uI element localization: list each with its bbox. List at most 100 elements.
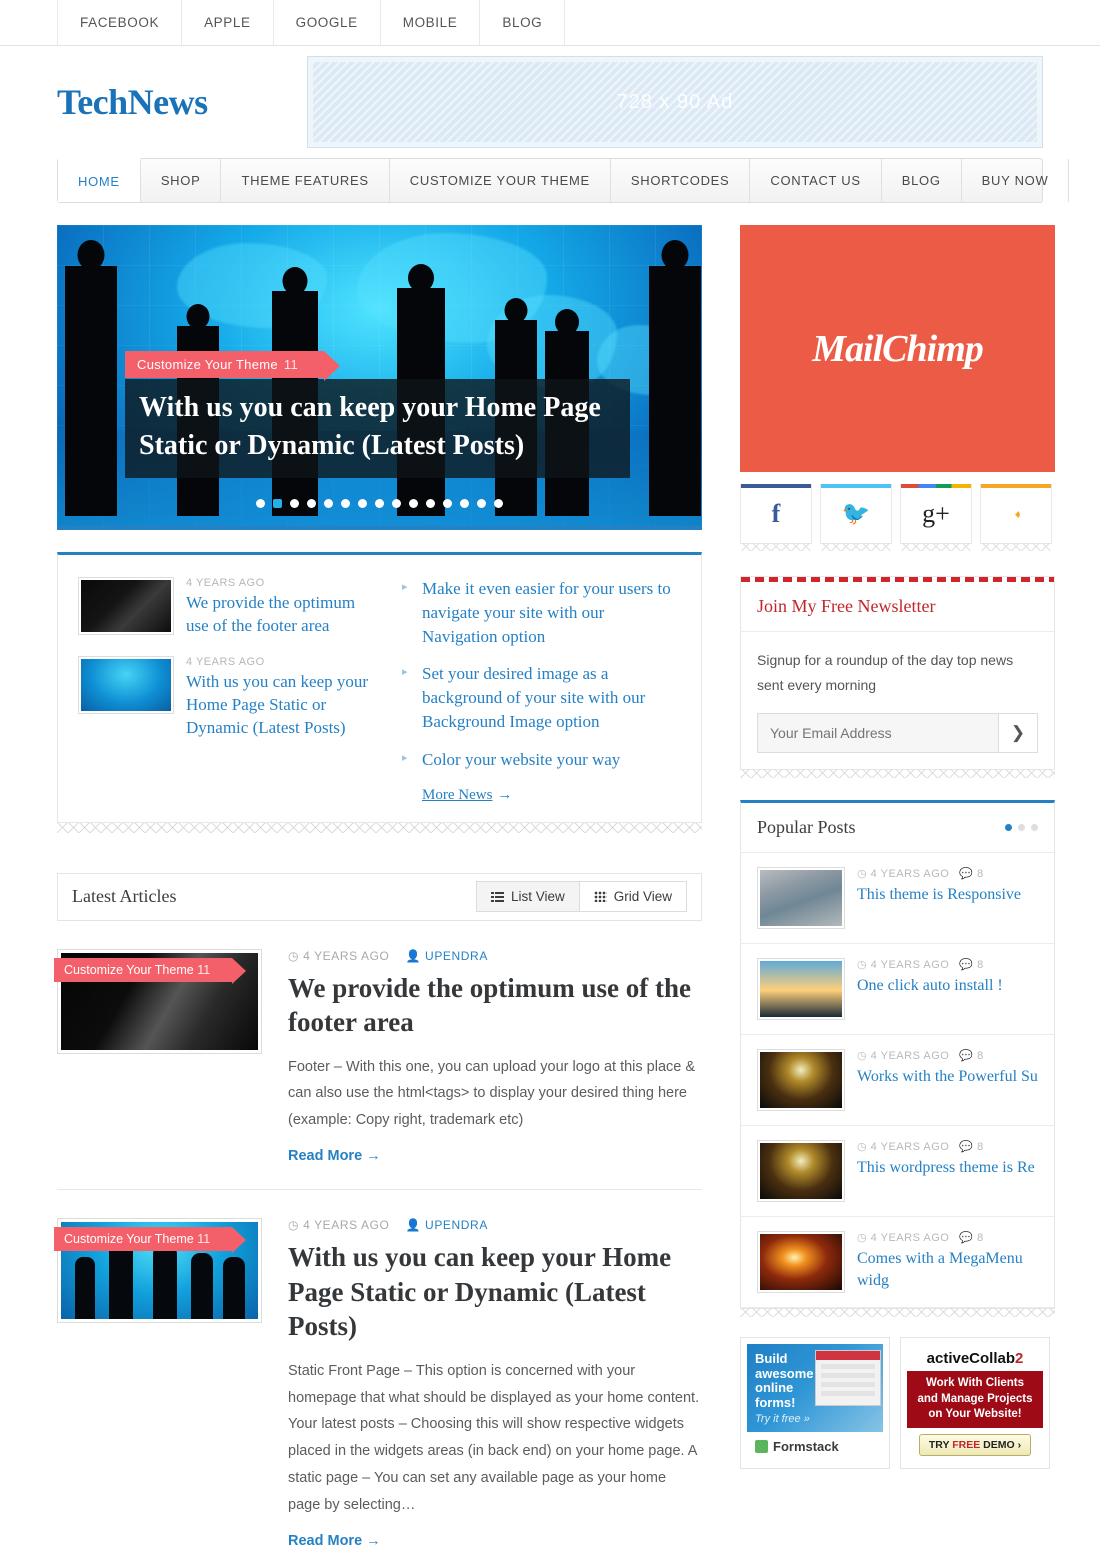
header-ad-banner[interactable]: 728 x 90 Ad (306, 56, 1043, 148)
nav-item-blog[interactable]: BLOG (882, 159, 962, 202)
nav-item-shortcodes[interactable]: SHORTCODES (611, 159, 751, 202)
arrow-right-icon: → (497, 786, 513, 803)
popular-post-item[interactable]: ◷ 4 YEARS AGO 💬 8 One click auto install… (741, 944, 1054, 1035)
article-thumbnail[interactable]: Customize Your Theme 11 (54, 1218, 262, 1324)
article-title[interactable]: With us you can keep your Home Page Stat… (288, 1240, 702, 1344)
news-bullet[interactable]: ▸ Color your website your way (402, 748, 681, 772)
slider-dot[interactable] (426, 499, 435, 508)
grid-view-icon (593, 891, 607, 903)
twitter-link[interactable]: 🐦 (820, 484, 892, 551)
slider-dot[interactable] (392, 499, 401, 508)
popular-post-title[interactable]: Works with the Powerful Su (857, 1066, 1038, 1088)
site-logo[interactable]: TechNews (57, 81, 307, 123)
nav-item-shop[interactable]: SHOP (141, 159, 222, 202)
popular-post-comment-count: 8 (977, 1050, 984, 1062)
grid-view-button[interactable]: Grid View (579, 881, 687, 913)
thumbnail-image (760, 1234, 842, 1290)
topnav-item-blog[interactable]: BLOG (479, 0, 566, 45)
nav-item-home[interactable]: HOME (58, 158, 141, 202)
popular-post-item[interactable]: ◷ 4 YEARS AGO 💬 8 Comes with a MegaMenu … (741, 1217, 1054, 1308)
news-bullet[interactable]: ▸ Make it even easier for your users to … (402, 577, 681, 648)
slider-dot[interactable] (443, 499, 452, 508)
slider-dot[interactable] (341, 499, 350, 508)
popular-post-title[interactable]: One click auto install ! (857, 975, 1003, 997)
topnav-item-google[interactable]: GOOGLE (272, 0, 381, 45)
user-icon: 👤 (405, 948, 422, 963)
popular-post-date: ◷ 4 YEARS AGO (857, 1141, 950, 1153)
article-author[interactable]: 👤 UPENDRA (406, 1218, 488, 1232)
popular-dot[interactable] (1018, 824, 1025, 831)
slider-dot[interactable] (256, 499, 265, 508)
topnav-item-mobile[interactable]: MOBILE (379, 0, 481, 45)
facebook-link[interactable]: f (740, 484, 812, 551)
article-ribbon-label: Customize Your Theme (64, 1232, 194, 1247)
slider-dot[interactable] (307, 499, 316, 508)
news-list-item[interactable]: 4 YEARS AGO With us you can keep your Ho… (78, 655, 378, 740)
googleplus-link[interactable]: g+ (900, 484, 972, 551)
more-news-link[interactable]: More News → (422, 787, 512, 804)
slider-dot-active[interactable] (273, 499, 282, 508)
nav-item-customize-your-theme[interactable]: CUSTOMIZE YOUR THEME (390, 159, 611, 202)
news-list-item[interactable]: 4 YEARS AGO We provide the optimum use o… (78, 577, 378, 638)
featured-slider[interactable]: Customize Your Theme 11 With us you can k… (57, 225, 702, 530)
slider-dot[interactable] (290, 499, 299, 508)
popular-post-item[interactable]: ◷ 4 YEARS AGO 💬 8 Works with the Powerfu… (741, 1035, 1054, 1126)
news-item-title[interactable]: We provide the optimum use of the footer… (186, 592, 378, 638)
page-root: FACEBOOK APPLE GOOGLE MOBILE BLOG TechNe… (0, 0, 1100, 1556)
formstack-ad[interactable]: Build awesome online forms! Try it free … (740, 1337, 890, 1469)
news-item-title[interactable]: With us you can keep your Home Page Stat… (186, 671, 378, 740)
news-item-body: 4 YEARS AGO With us you can keep your Ho… (186, 656, 378, 740)
news-bullet-text[interactable]: Make it even easier for your users to na… (422, 577, 681, 648)
popular-dot[interactable] (1031, 824, 1038, 831)
activecollab-cta-button[interactable]: TRY FREE DEMO › (919, 1433, 1031, 1456)
slider-pagination-dots[interactable] (57, 499, 702, 508)
activecollab-ad[interactable]: activeCollab2 Work With Clients and Mana… (900, 1337, 1050, 1469)
rss-link[interactable]: ◔ (980, 484, 1052, 551)
slider-dot[interactable] (460, 499, 469, 508)
slider-dot[interactable] (477, 499, 486, 508)
nav-item-buy-now[interactable]: BUY NOW (962, 159, 1070, 202)
header-ad-label: 728 x 90 Ad (616, 90, 734, 113)
popular-post-item[interactable]: ◷ 4 YEARS AGO 💬 8 This wordpress theme i… (741, 1126, 1054, 1217)
view-toggle-group: List View Grid View (475, 881, 687, 913)
newsbox-zigzag-divider (57, 822, 702, 833)
topnav-item-apple[interactable]: APPLE (181, 0, 274, 45)
article-category-ribbon[interactable]: Customize Your Theme 11 (54, 957, 247, 984)
article-thumbnail[interactable]: Customize Your Theme 11 (54, 948, 262, 1054)
article-category-ribbon[interactable]: Customize Your Theme 11 (54, 1227, 247, 1254)
popular-posts-pagination[interactable] (1005, 824, 1038, 831)
formstack-cta: Try it free » (755, 1413, 810, 1426)
nav-item-theme-features[interactable]: THEME FEATURES (221, 159, 390, 202)
popular-dot-active[interactable] (1005, 824, 1012, 831)
newsletter-form: ❯ (757, 713, 1038, 753)
list-view-icon (490, 891, 504, 903)
article-author[interactable]: 👤 UPENDRA (406, 949, 488, 963)
news-bullet-text[interactable]: Color your website your way (422, 748, 620, 772)
newsletter-submit-button[interactable]: ❯ (998, 713, 1038, 753)
slider-dot[interactable] (375, 499, 384, 508)
article-title[interactable]: We provide the optimum use of the footer… (288, 971, 702, 1040)
popular-post-title[interactable]: Comes with a MegaMenu widg (857, 1248, 1038, 1291)
mailchimp-ad[interactable]: MailChimp (740, 225, 1055, 472)
news-bullet[interactable]: ▸ Set your desired image as a background… (402, 662, 681, 733)
nav-item-contact-us[interactable]: CONTACT US (750, 159, 882, 202)
popular-post-title[interactable]: This wordpress theme is Re (857, 1157, 1035, 1179)
read-more-link[interactable]: Read More → (288, 1533, 381, 1549)
slider-dot[interactable] (494, 499, 503, 508)
list-view-button[interactable]: List View (475, 881, 580, 913)
popular-post-item[interactable]: ◷ 4 YEARS AGO 💬 8 This theme is Responsi… (741, 853, 1054, 944)
news-bullet-text[interactable]: Set your desired image as a background o… (422, 662, 681, 733)
cta-part-b: FREE (952, 1438, 981, 1451)
slider-dot[interactable] (409, 499, 418, 508)
slider-category-badge[interactable]: Customize Your Theme 11 (125, 351, 340, 381)
email-input[interactable] (757, 713, 998, 753)
slider-dot[interactable] (324, 499, 333, 508)
header-ad-placeholder: 728 x 90 Ad (312, 62, 1037, 142)
read-more-link[interactable]: Read More → (288, 1148, 381, 1164)
topnav-item-facebook[interactable]: FACEBOOK (57, 0, 183, 45)
slider-title[interactable]: With us you can keep your Home Page Stat… (125, 379, 630, 479)
silhouette-figure (649, 240, 701, 516)
slider-dot[interactable] (358, 499, 367, 508)
popular-post-title[interactable]: This theme is Responsive (857, 884, 1021, 906)
article-excerpt: Footer – With this one, you can upload y… (288, 1058, 696, 1129)
